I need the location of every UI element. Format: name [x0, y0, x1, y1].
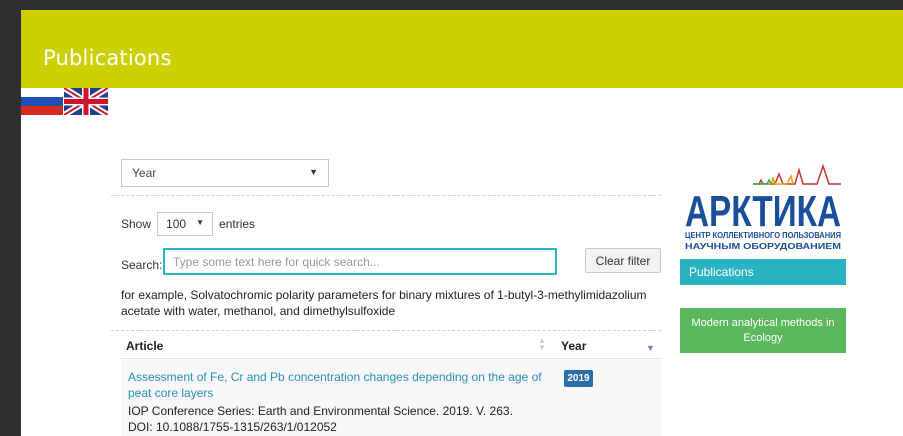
clear-filter-button[interactable]: Clear filter [585, 248, 661, 273]
left-dark-bar [0, 0, 21, 436]
year-filter-select[interactable]: Year ▼ [121, 159, 329, 187]
page-title: Publications [43, 46, 172, 70]
entries-select-value: 100 [166, 217, 187, 231]
column-header-year[interactable]: Year [561, 339, 586, 353]
article-meta: IOP Conference Series: Earth and Environ… [128, 403, 513, 435]
top-dark-bar [0, 0, 903, 10]
logo-subtitle-2: НАУЧНЫМ ОБОРУДОВАНИЕМ [685, 242, 841, 251]
article-link[interactable]: Assessment of Fe, Cr and Pb concentratio… [128, 369, 556, 401]
search-label: Search: [121, 258, 163, 272]
column-header-article[interactable]: Article [126, 339, 163, 353]
flag-uk-icon[interactable] [64, 88, 108, 115]
divider [111, 195, 661, 196]
logo-subtitle-1: ЦЕНТР КОЛЛЕКТИВНОГО ПОЛЬЗОВАНИЯ [685, 231, 841, 240]
search-example-text: for example, Solvatochromic polarity par… [121, 288, 647, 318]
sort-desc-icon[interactable]: ▼ [646, 343, 655, 353]
publications-button[interactable]: Publications [680, 259, 846, 285]
entries-label: entries [219, 217, 256, 231]
entries-select[interactable]: 100 ▼ [157, 212, 214, 236]
article-journal: IOP Conference Series: Earth and Environ… [128, 404, 513, 418]
chevron-down-icon: ▼ [309, 167, 318, 177]
year-filter-value: Year [132, 166, 157, 180]
modern-methods-button[interactable]: Modern analytical methods in Ecology [680, 308, 846, 353]
table-header: Article ▲ ▼ Year ▼ [121, 333, 661, 359]
search-input[interactable]: Type some text here for quick search... [163, 248, 557, 275]
arktika-logo[interactable]: АРКТИКА ЦЕНТР КОЛЛЕКТИВНОГО ПОЛЬЗОВАНИЯ … [683, 160, 843, 258]
year-badge: 2019 [564, 370, 593, 387]
chevron-down-icon: ▼ [196, 218, 205, 227]
show-label: Show [121, 217, 152, 231]
search-placeholder: Type some text here for quick search... [173, 254, 380, 269]
page-header: Publications [21, 10, 903, 88]
divider [111, 330, 661, 331]
logo-title: АРКТИКА [685, 187, 841, 236]
table-row: Assessment of Fe, Cr and Pb concentratio… [121, 360, 661, 436]
spectrum-peaks-icon [753, 163, 841, 185]
article-doi: DOI: 10.1088/1755-1315/263/1/012052 [128, 420, 337, 434]
flag-ru-icon[interactable] [21, 88, 63, 115]
entries-length-control: Show 100 ▼ entries [121, 212, 255, 236]
sort-icon[interactable]: ▲ ▼ [538, 337, 546, 352]
